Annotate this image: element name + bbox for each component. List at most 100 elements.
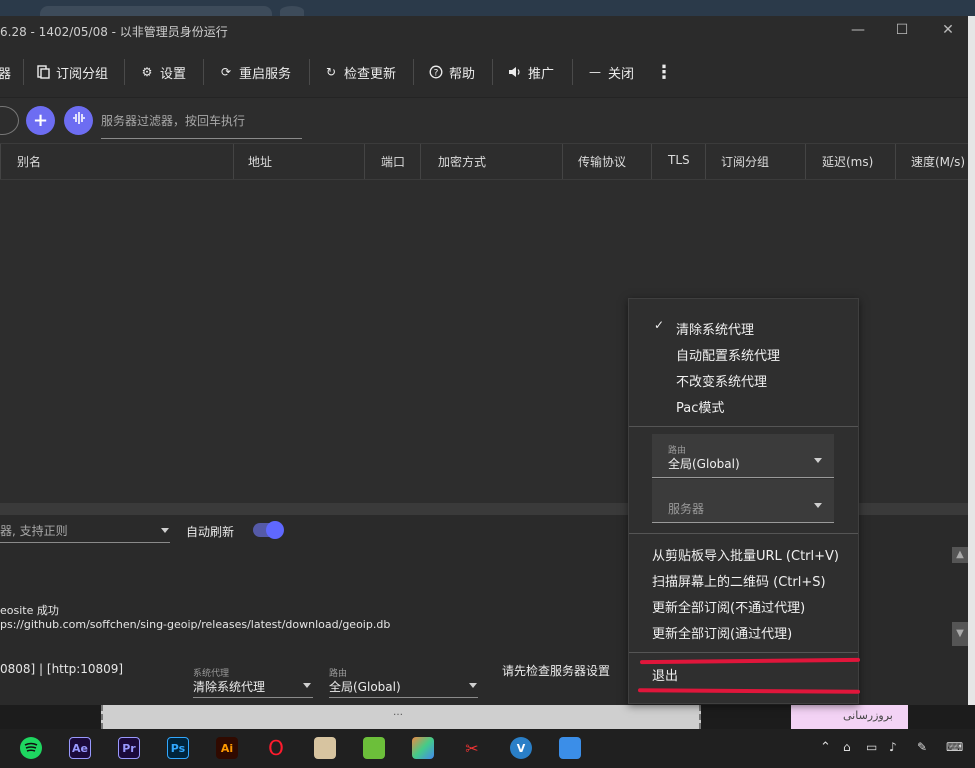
toolbar-subscription-button[interactable]: 订阅分组 — [36, 62, 108, 82]
browser-new-tab[interactable] — [280, 6, 304, 16]
toolbar-subscription-label: 订阅分组 — [56, 66, 109, 82]
scroll-down-icon[interactable]: ▼ — [952, 622, 968, 646]
auto-refresh-label: 自动刷新 — [186, 525, 235, 539]
column-header-subscription[interactable]: 订阅分组 — [721, 153, 769, 170]
menu-item-update-subs-proxy[interactable]: 更新全部订阅(通过代理) — [652, 623, 792, 642]
close-window-button[interactable]: ✕ — [935, 20, 961, 40]
toolbar-restart-label: 重启服务 — [239, 66, 292, 82]
column-header-speed[interactable]: 速度(M/s) — [911, 153, 965, 170]
menu-server-placeholder: 服务器 — [668, 502, 705, 516]
column-divider — [705, 144, 706, 179]
background-window-edge — [968, 16, 975, 705]
column-header-transport[interactable]: 传输协议 — [578, 153, 626, 170]
tray-pen-icon[interactable]: ✎ — [917, 740, 927, 754]
speaker-icon — [508, 65, 522, 79]
toolbar-divider — [492, 59, 493, 85]
waveform-icon — [71, 110, 87, 131]
more-options-icon[interactable]: ⋮ — [655, 62, 673, 83]
toolbar-settings-label: 设置 — [160, 66, 187, 82]
background-input-text: … — [393, 707, 403, 718]
toolbar-divider — [309, 59, 310, 85]
menu-item-exit[interactable]: 退出 — [652, 665, 678, 684]
toolbar-promote-button[interactable]: 推广 — [508, 62, 554, 82]
log-filter-underline — [0, 542, 170, 543]
toolbar-servers-button[interactable]: 器 — [0, 62, 11, 82]
scroll-up-icon[interactable]: ▲ — [952, 547, 968, 563]
log-line: ps://github.com/soffchen/sing-geoip/rele… — [0, 618, 391, 631]
column-divider — [651, 144, 652, 179]
tray-network-icon[interactable]: ⌂ — [843, 740, 851, 754]
toolbar-restart-button[interactable]: ⟳ 重启服务 — [219, 62, 291, 82]
tray-chevron-up-icon[interactable]: ⌃ — [820, 740, 831, 755]
browser-tab[interactable] — [40, 6, 272, 16]
illustrator-icon[interactable]: Ai — [216, 737, 238, 759]
check-icon: ✓ — [654, 318, 665, 332]
column-divider — [895, 144, 896, 179]
gear-icon: ⚙ — [141, 65, 153, 79]
routing-select[interactable]: 全局(Global) — [329, 678, 401, 695]
after-effects-icon[interactable]: Ae — [69, 737, 91, 759]
window-title: 6.28 - 1402/05/08 - 以非管理员身份运行 — [0, 25, 228, 39]
menu-routing-select[interactable]: 路由 全局(Global) — [652, 434, 834, 478]
system-proxy-underline — [193, 697, 313, 698]
menu-divider — [629, 652, 858, 653]
opera-icon[interactable]: O — [265, 736, 287, 760]
menu-item-auto-proxy[interactable]: 自动配置系统代理 — [676, 345, 780, 364]
subscription-icon — [36, 65, 50, 79]
chevron-down-icon[interactable] — [814, 503, 822, 508]
scan-button[interactable] — [64, 106, 93, 135]
toolbar-servers-label: 器 — [0, 66, 12, 82]
server-filter-input[interactable]: 服务器过滤器，按回车执行 — [101, 109, 302, 139]
photos-app-icon[interactable] — [559, 737, 581, 759]
add-server-button[interactable]: + — [26, 106, 55, 135]
file-manager-icon[interactable] — [314, 737, 336, 759]
menu-item-import-clipboard[interactable]: 从剪贴板导入批量URL (Ctrl+V) — [652, 545, 839, 564]
menu-item-update-subs-direct[interactable]: 更新全部订阅(不通过代理) — [652, 597, 805, 616]
system-proxy-select[interactable]: 清除系统代理 — [193, 678, 265, 695]
column-header-latency[interactable]: 延迟(ms) — [822, 153, 873, 170]
toolbar-settings-button[interactable]: ⚙ 设置 — [140, 62, 186, 82]
toolbar-update-label: 检查更新 — [344, 66, 397, 82]
routing-underline — [329, 697, 478, 698]
toolbar-divider — [124, 59, 125, 85]
column-divider — [0, 144, 1, 179]
tray-display-icon[interactable]: ▭ — [866, 740, 877, 754]
premiere-icon[interactable]: Pr — [118, 737, 140, 759]
toolbar-close-button[interactable]: — 关闭 — [588, 62, 634, 82]
photoshop-icon[interactable]: Ps — [167, 737, 189, 759]
maximize-button[interactable]: ☐ — [889, 20, 915, 40]
status-ports: 0808] | [http:10809] — [0, 662, 124, 676]
column-header-alias[interactable]: 别名 — [17, 153, 41, 170]
chevron-down-icon[interactable] — [303, 683, 311, 688]
toolbar-help-button[interactable]: ? 帮助 — [429, 62, 475, 82]
tray-keyboard-icon[interactable]: ⌨ — [946, 740, 963, 754]
stack-app-icon[interactable] — [412, 737, 434, 759]
chevron-down-icon[interactable] — [469, 683, 477, 688]
auto-refresh-toggle-knob[interactable] — [266, 521, 284, 539]
menu-server-select[interactable]: 服务器 — [652, 479, 834, 523]
v2ray-icon[interactable]: V — [510, 737, 532, 759]
log-line: eosite 成功 — [0, 604, 59, 617]
menu-item-scan-qr[interactable]: 扫描屏幕上的二维码 (Ctrl+S) — [652, 571, 826, 590]
log-filter-input[interactable]: 器, 支持正则 — [0, 522, 68, 539]
toolbar-update-button[interactable]: ↻ 检查更新 — [324, 62, 396, 82]
chevron-down-icon[interactable] — [161, 528, 169, 533]
column-header-port[interactable]: 端口 — [381, 153, 405, 170]
menu-item-clear-proxy[interactable]: 清除系统代理 — [676, 319, 754, 338]
chevron-down-icon[interactable] — [814, 458, 822, 463]
tray-volume-icon[interactable]: ♪ — [889, 740, 897, 754]
column-header-tls[interactable]: TLS — [668, 153, 690, 167]
spotify-icon[interactable] — [20, 737, 42, 759]
plus-icon: + — [32, 110, 49, 131]
menu-item-pac-mode[interactable]: Pac模式 — [676, 397, 724, 416]
menu-routing-value: 全局(Global) — [668, 457, 740, 471]
column-header-address[interactable]: 地址 — [248, 153, 272, 170]
toolbar-close-label: 关闭 — [608, 66, 635, 82]
scissors-app-icon[interactable]: ✂ — [461, 737, 483, 759]
book-app-icon[interactable] — [363, 737, 385, 759]
column-header-encryption[interactable]: 加密方式 — [438, 153, 486, 170]
menu-item-keep-proxy[interactable]: 不改变系统代理 — [676, 371, 767, 390]
update-icon: ↻ — [325, 65, 337, 79]
browser-tab-strip — [0, 0, 975, 16]
minimize-button[interactable]: — — [845, 20, 871, 40]
